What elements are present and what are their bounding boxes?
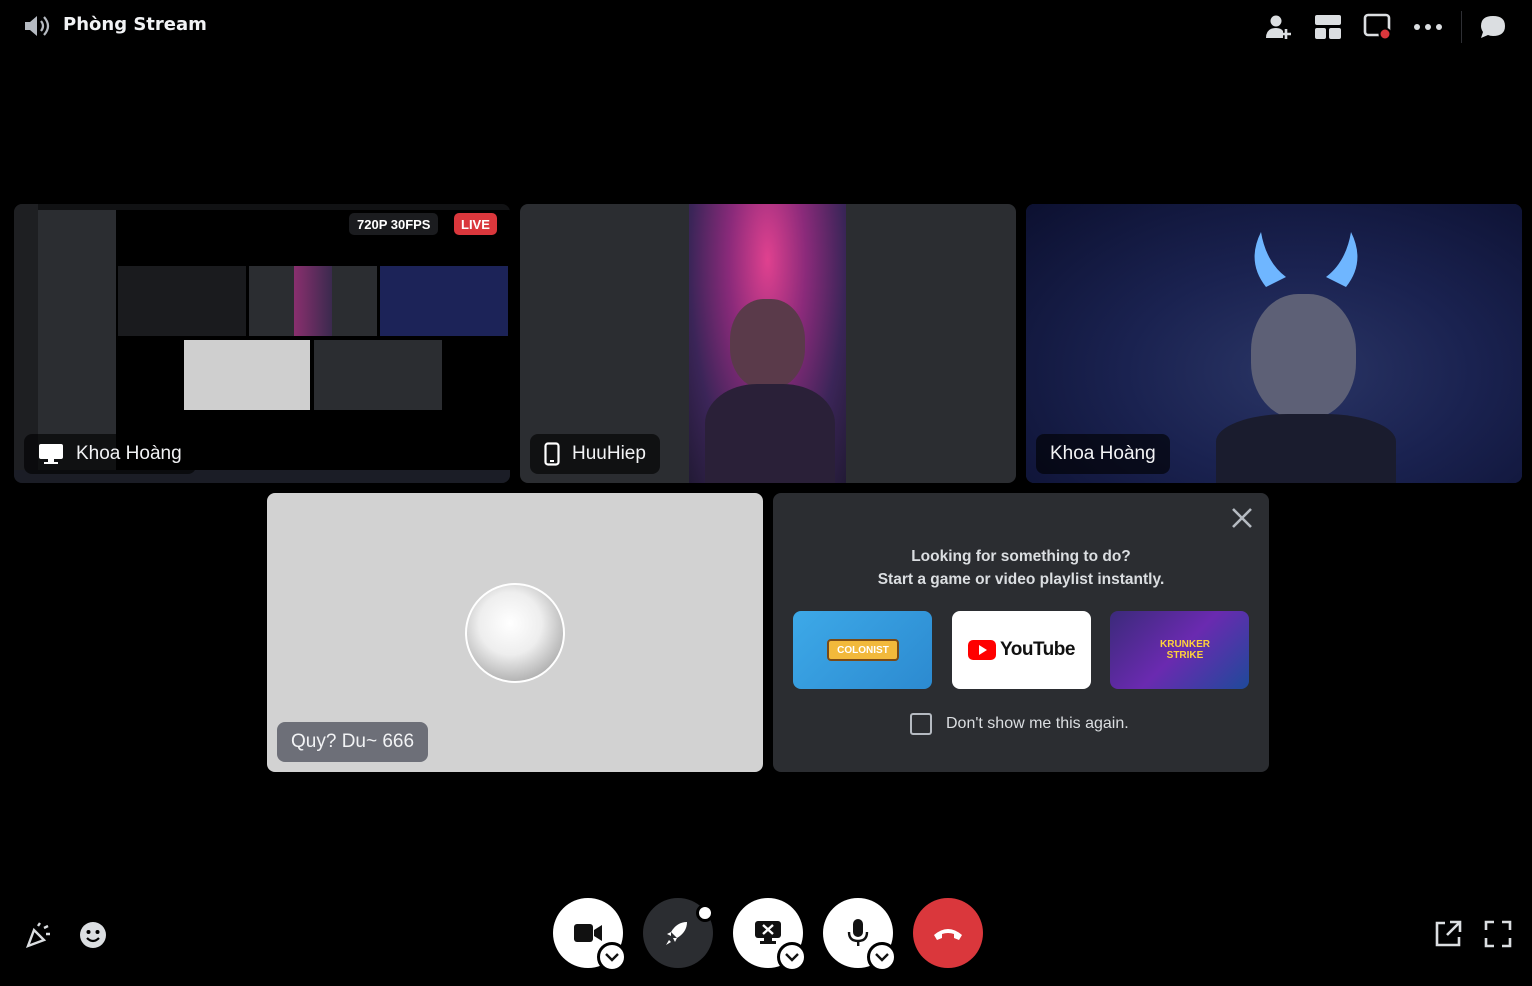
activity-prompt-line2: Start a game or video playlist instantly… <box>877 571 1165 588</box>
khoa-name-label: Khoa Hoàng <box>1036 434 1170 474</box>
quy-avatar-tile[interactable]: Quy? Du~ 666 <box>267 493 763 772</box>
quy-name: Quy? Du~ 666 <box>291 731 415 752</box>
screen-record-icon[interactable] <box>1353 10 1403 44</box>
stream-owner-name: Khoa Hoàng <box>76 443 182 464</box>
avatar <box>465 583 565 683</box>
khoa-face <box>1251 294 1356 419</box>
khoa-video-tile[interactable]: Khoa Hoàng <box>1026 204 1522 483</box>
stream-name-label: Khoa Hoàng <box>24 434 196 474</box>
youtube-play-icon <box>968 640 997 660</box>
chevron-down-icon <box>605 952 619 962</box>
stream-preview-tile-4 <box>184 340 310 410</box>
hang-up-icon <box>934 929 962 940</box>
huuhiep-video-tile[interactable]: HuuHiep <box>520 204 1016 483</box>
camera-icon <box>574 924 602 942</box>
huuhiep-silhouette <box>730 299 805 389</box>
disconnect-button[interactable] <box>913 898 983 968</box>
stream-preview-tile-3 <box>380 266 508 336</box>
stream-tile[interactable]: 720P 30FPS LIVE Khoa Hoàng <box>14 204 510 483</box>
rocket-icon <box>666 922 687 945</box>
stream-preview-channel-list <box>38 210 116 472</box>
room-title: Phòng Stream <box>63 14 207 35</box>
fullscreen-icon[interactable] <box>1481 917 1515 951</box>
stream-quality-badge: 720P 30FPS <box>349 213 439 235</box>
camera-button[interactable] <box>553 898 627 972</box>
youtube-label: YouTube <box>1000 639 1075 660</box>
layout-grid-icon[interactable] <box>1303 10 1353 44</box>
screen-icon <box>39 444 63 464</box>
top-bar: Phòng Stream <box>0 0 1532 56</box>
microphone-button[interactable] <box>823 898 897 972</box>
stream-preview-tile-5 <box>314 340 442 410</box>
dont-show-again-checkbox[interactable]: Don't show me this again. <box>910 713 1129 735</box>
colonist-activity-card[interactable]: COLONIST <box>793 611 932 689</box>
krunker-strike-logo: KRUNKER STRIKE <box>1160 639 1210 661</box>
camera-options-chevron[interactable] <box>597 942 627 972</box>
chevron-down-icon <box>875 952 889 962</box>
screen-share-options-chevron[interactable] <box>777 942 807 972</box>
khoa-body <box>1216 414 1396 483</box>
huuhiep-name: HuuHiep <box>572 443 646 464</box>
activity-prompt-line1: Looking for something to do? <box>911 548 1131 565</box>
add-member-icon[interactable] <box>1253 10 1303 44</box>
soundboard-icon[interactable] <box>22 918 56 952</box>
krunker-strike-activity-card[interactable]: KRUNKER STRIKE <box>1110 611 1249 689</box>
huuhiep-body <box>705 384 835 483</box>
devil-horns-glow <box>1254 232 1358 287</box>
live-badge: LIVE <box>454 213 497 235</box>
pop-out-icon[interactable] <box>1431 917 1465 951</box>
checkbox-box[interactable] <box>910 713 932 735</box>
toolbar-divider <box>1461 11 1462 43</box>
more-options-icon[interactable] <box>1403 10 1453 44</box>
stream-preview-tile-1 <box>118 266 246 336</box>
stream-preview-tile-2 <box>249 266 377 336</box>
youtube-activity-card[interactable]: YouTube <box>952 611 1091 689</box>
activity-rocket-button[interactable] <box>643 898 714 968</box>
stream-preview-server-rail <box>14 204 38 472</box>
microphone-icon <box>847 919 869 946</box>
chevron-down-icon <box>785 952 799 962</box>
speaker-icon <box>25 16 50 36</box>
activity-notification-dot <box>696 904 714 922</box>
screen-share-button[interactable] <box>733 898 807 972</box>
activity-suggestion-panel: Looking for something to do? Start a gam… <box>773 493 1269 772</box>
khoa-name: Khoa Hoàng <box>1050 443 1156 464</box>
stop-screen-share-icon <box>755 921 781 944</box>
chat-bubble-icon[interactable] <box>1468 10 1518 44</box>
dont-show-again-label: Don't show me this again. <box>946 715 1129 732</box>
huuhiep-name-label: HuuHiep <box>530 434 660 474</box>
quy-name-label: Quy? Du~ 666 <box>277 722 429 762</box>
microphone-options-chevron[interactable] <box>867 942 897 972</box>
emoji-reaction-icon[interactable] <box>76 918 110 952</box>
colonist-logo: COLONIST <box>827 639 899 661</box>
close-icon[interactable] <box>1229 505 1255 531</box>
phone-icon <box>544 442 560 466</box>
stream-preview-main <box>116 210 510 472</box>
